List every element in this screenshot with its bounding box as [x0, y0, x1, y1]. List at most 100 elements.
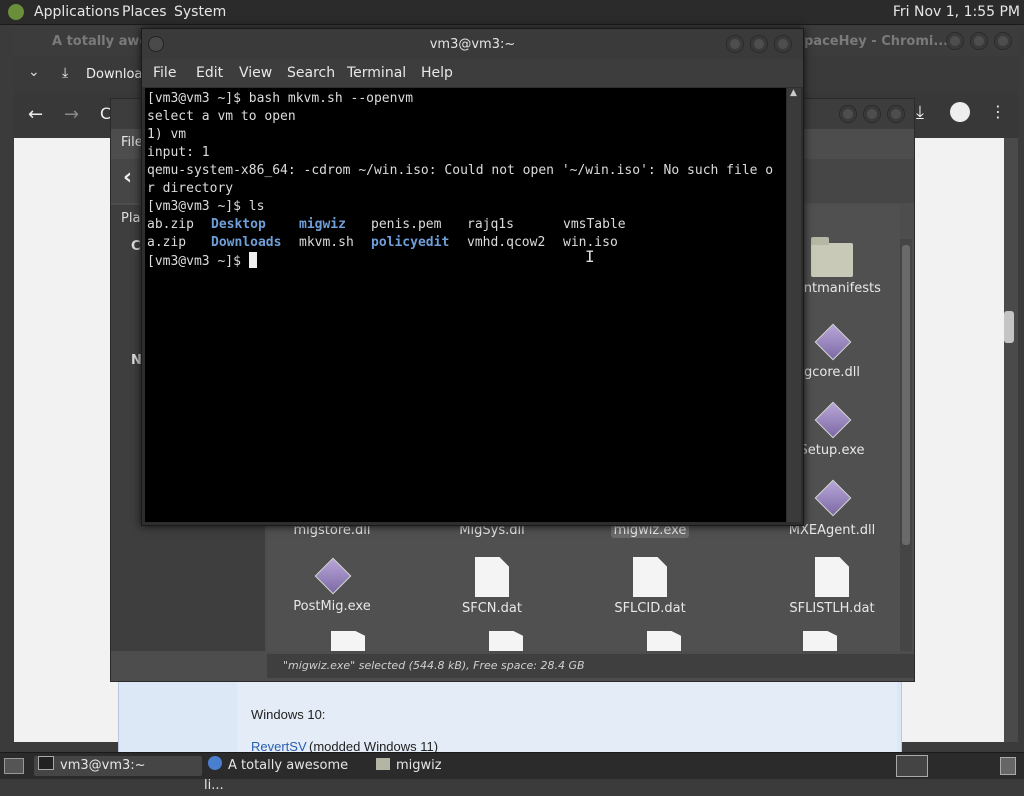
taskbar-item-chromium[interactable]: A totally awesome li...	[204, 756, 368, 793]
document-icon[interactable]	[331, 631, 365, 651]
term-maximize-button[interactable]	[750, 35, 768, 53]
web-content-box: Windows 10: RevertSV (modded Windows 11)	[118, 678, 902, 760]
terminal-scrollbar[interactable]: ▲	[787, 88, 801, 522]
fm-minimize-button[interactable]	[839, 105, 857, 123]
prompt-text: [vm3@vm3 ~]$	[147, 254, 249, 269]
document-icon	[475, 557, 509, 597]
terminal-line: select a vm to open	[147, 109, 296, 124]
show-desktop-icon[interactable]	[4, 758, 24, 774]
web-text-windows10: Windows 10:	[251, 707, 326, 722]
executable-icon	[314, 557, 350, 593]
scroll-up-icon[interactable]: ▲	[790, 88, 797, 98]
document-icon	[815, 557, 849, 597]
sidebar-section-c: C	[131, 239, 141, 254]
executable-icon	[814, 401, 850, 437]
file-name: PostMig.exe	[293, 599, 371, 614]
terminal-titlebar[interactable]: vm3@vm3:~	[142, 29, 803, 59]
file-item[interactable]: SFLISTLH.dat	[757, 557, 907, 616]
workspace-switcher[interactable]	[896, 755, 928, 777]
term-close-button[interactable]	[774, 35, 792, 53]
document-icon[interactable]	[489, 631, 523, 651]
menu-terminal[interactable]: Terminal	[347, 65, 406, 81]
folder-icon	[811, 237, 853, 277]
ls-entry: ab.zip	[147, 217, 194, 232]
maximize-button[interactable]	[970, 32, 988, 50]
file-item[interactable]: PostMig.exe	[267, 557, 397, 614]
file-item[interactable]: SFCN.dat	[427, 557, 557, 616]
menu-help[interactable]: Help	[421, 65, 453, 81]
terminal-screen[interactable]: [vm3@vm3 ~]$ bash mkvm.sh --openvm selec…	[145, 88, 786, 522]
profile-avatar-icon[interactable]	[950, 102, 970, 122]
terminal-line: [vm3@vm3 ~]$ bash mkvm.sh --openvm	[147, 91, 414, 106]
ibeam-cursor-icon: I	[585, 247, 595, 266]
fm-close-button[interactable]	[887, 105, 905, 123]
download-icon[interactable]: ⤓	[916, 102, 924, 123]
executable-icon	[814, 479, 850, 515]
chevron-down-icon[interactable]: ⌄	[28, 64, 40, 80]
fm-statusbar: "migwiz.exe" selected (544.8 kB), Free s…	[267, 654, 914, 678]
file-name: SFLCID.dat	[614, 601, 686, 616]
minimize-button[interactable]	[946, 32, 964, 50]
taskbar-label: migwiz	[396, 758, 442, 773]
file-name: Setup.exe	[799, 443, 865, 458]
ls-entry: vmhd.qcow2	[467, 235, 546, 250]
fm-scrollbar[interactable]	[900, 239, 912, 651]
file-name: SFCN.dat	[462, 601, 522, 616]
document-icon[interactable]	[647, 631, 681, 651]
terminal-icon	[38, 756, 54, 770]
taskbar-label: A totally awesome li...	[204, 758, 349, 793]
terminal-line: qemu-system-x86_64: -cdrom ~/win.iso: Co…	[147, 163, 774, 178]
status-text: "migwiz.exe" selected (544.8 kB), Free s…	[283, 659, 585, 672]
page-scrollbar[interactable]	[1004, 311, 1014, 343]
term-minimize-button[interactable]	[726, 35, 744, 53]
file-name: gcore.dll	[803, 365, 861, 380]
terminal-menubar: File Edit View Search Terminal Help	[142, 59, 803, 87]
ls-entry: mkvm.sh	[299, 235, 354, 250]
trash-icon[interactable]	[1000, 757, 1016, 775]
ls-entry-dir: policyedit	[371, 235, 450, 250]
places-menu[interactable]: Places	[122, 4, 167, 20]
text-cursor	[248, 252, 257, 268]
close-button[interactable]	[994, 32, 1012, 50]
ls-entry: vmsTable	[563, 217, 626, 232]
terminal-line: r directory	[147, 181, 234, 196]
terminal-window: vm3@vm3:~ File Edit View Search Terminal…	[141, 28, 804, 526]
file-item[interactable]: SFLCID.dat	[585, 557, 715, 616]
chromium-icon	[208, 756, 222, 770]
fm-menu-file[interactable]: File	[121, 135, 143, 150]
applications-menu[interactable]: Applications	[34, 4, 120, 20]
ls-entry-dir: Downloads	[211, 235, 282, 250]
bottom-panel: vm3@vm3:~ A totally awesome li... migwiz	[0, 752, 1024, 793]
forward-icon[interactable]: →	[64, 104, 79, 125]
chromium-title-right: paceHey - Chromi...	[804, 34, 949, 49]
terminal-prompt: [vm3@vm3 ~]$	[147, 252, 257, 271]
clock[interactable]: Fri Nov 1, 1:55 PM	[893, 4, 1020, 20]
taskbar-item-terminal[interactable]: vm3@vm3:~	[34, 756, 202, 776]
more-menu-icon[interactable]: ⋮	[990, 102, 1006, 121]
menu-view[interactable]: View	[239, 65, 272, 81]
ls-entry: penis.pem	[371, 217, 442, 232]
menu-file[interactable]: File	[153, 65, 176, 81]
folder-icon	[376, 758, 390, 770]
back-icon[interactable]: ←	[28, 104, 43, 125]
ls-entry-dir: migwiz	[299, 217, 346, 232]
menu-edit[interactable]: Edit	[196, 65, 223, 81]
executable-icon	[814, 323, 850, 359]
document-icon[interactable]	[803, 631, 837, 651]
ls-entry: a.zip	[147, 235, 187, 250]
taskbar-item-migwiz[interactable]: migwiz	[372, 756, 532, 776]
ls-entry-dir: Desktop	[211, 217, 266, 232]
terminal-line: input: 1	[147, 145, 210, 160]
menu-search[interactable]: Search	[287, 65, 335, 81]
terminal-line: [vm3@vm3 ~]$ ls	[147, 199, 265, 214]
fm-back-icon[interactable]: ‹	[123, 165, 132, 190]
distro-logo-icon[interactable]	[8, 4, 24, 20]
top-panel: Applications Places System Fri Nov 1, 1:…	[0, 0, 1024, 25]
system-menu[interactable]: System	[174, 4, 226, 20]
file-name: SFLISTLH.dat	[789, 601, 875, 616]
document-icon	[633, 557, 667, 597]
terminal-title: vm3@vm3:~	[429, 37, 516, 52]
taskbar-label: vm3@vm3:~	[60, 758, 146, 773]
fm-maximize-button[interactable]	[863, 105, 881, 123]
ls-entry: rajq1s	[467, 217, 514, 232]
